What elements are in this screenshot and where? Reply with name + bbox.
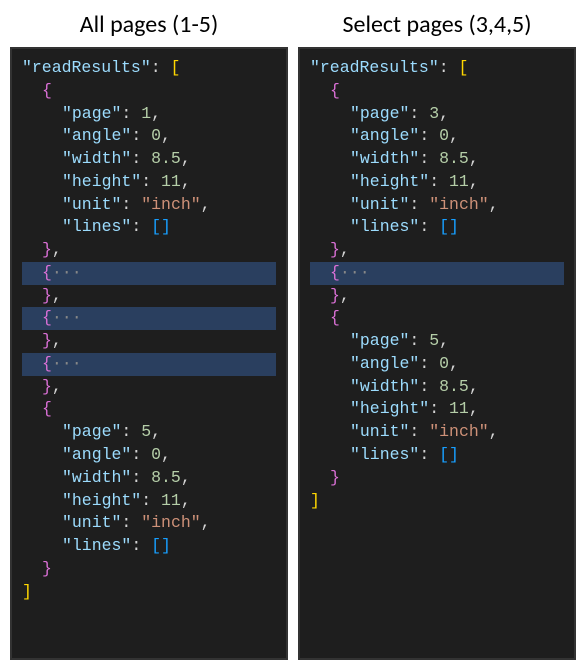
code-line: }, (310, 239, 564, 262)
code-line: }, (310, 285, 564, 308)
code-line: "unit": "inch", (22, 512, 276, 535)
code-line: ] (22, 581, 276, 604)
code-line: "readResults": [ (310, 57, 564, 80)
code-line: "angle": 0, (310, 125, 564, 148)
code-line: "lines": [] (22, 535, 276, 558)
code-line: "lines": [] (22, 216, 276, 239)
code-line: { (22, 398, 276, 421)
code-line: "width": 8.5, (22, 148, 276, 171)
code-line: }, (22, 376, 276, 399)
code-line: "height": 11, (22, 171, 276, 194)
code-line: "height": 11, (310, 398, 564, 421)
right-code-block: "readResults": [ { "page": 3, "angle": 0… (298, 47, 576, 660)
code-line: "angle": 0, (310, 353, 564, 376)
code-line: "angle": 0, (22, 125, 276, 148)
code-line: { (310, 307, 564, 330)
code-line: "page": 5, (310, 330, 564, 353)
collapsed-fold[interactable]: {··· (22, 262, 276, 285)
code-line: "width": 8.5, (310, 148, 564, 171)
code-line: "unit": "inch", (22, 194, 276, 217)
collapsed-fold[interactable]: {··· (22, 353, 276, 376)
code-line: ] (310, 490, 564, 513)
code-line: "height": 11, (310, 171, 564, 194)
collapsed-fold[interactable]: {··· (310, 262, 564, 285)
code-line: "height": 11, (22, 490, 276, 513)
code-line: "lines": [] (310, 444, 564, 467)
code-line: "width": 8.5, (310, 376, 564, 399)
right-panel: Select pages (3,4,5) "readResults": [ { … (298, 10, 576, 660)
code-line: { (22, 80, 276, 103)
code-line: "angle": 0, (22, 444, 276, 467)
code-line: "lines": [] (310, 216, 564, 239)
collapsed-fold[interactable]: {··· (22, 307, 276, 330)
code-line: "unit": "inch", (310, 421, 564, 444)
code-line: }, (22, 239, 276, 262)
code-line: { (310, 80, 564, 103)
code-line: } (22, 558, 276, 581)
left-panel: All pages (1-5) "readResults": [ { "page… (10, 10, 288, 660)
code-line: }, (22, 330, 276, 353)
right-panel-title: Select pages (3,4,5) (298, 10, 576, 39)
code-line: "unit": "inch", (310, 194, 564, 217)
code-line: "page": 3, (310, 103, 564, 126)
left-panel-title: All pages (1-5) (10, 10, 288, 39)
code-line: }, (22, 285, 276, 308)
code-line: "readResults": [ (22, 57, 276, 80)
code-line: "page": 5, (22, 421, 276, 444)
left-code-block: "readResults": [ { "page": 1, "angle": 0… (10, 47, 288, 660)
code-line: "page": 1, (22, 103, 276, 126)
code-line: } (310, 467, 564, 490)
code-line: "width": 8.5, (22, 467, 276, 490)
